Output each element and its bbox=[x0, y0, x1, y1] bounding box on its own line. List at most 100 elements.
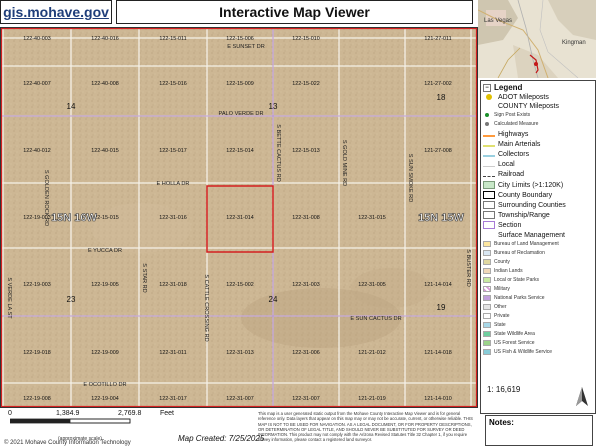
north-arrow-icon bbox=[573, 386, 591, 413]
legend-item-state: State bbox=[483, 322, 506, 328]
legend-item-private: Private bbox=[483, 313, 510, 319]
map-created-date: Map Created: 7/25/2025 bbox=[178, 434, 265, 443]
parcel-label: 121-21-019 bbox=[358, 396, 386, 402]
scale-label: 1,384.9 bbox=[56, 410, 80, 417]
notes-label: Notes: bbox=[489, 418, 514, 427]
notes-box: Notes: bbox=[485, 415, 593, 446]
legend-item-county-mileposts: COUNTY Mileposts bbox=[498, 102, 559, 110]
legend-title: − Legend bbox=[483, 83, 522, 92]
section-number: 23 bbox=[67, 295, 76, 304]
parcel-label: 122-31-007 bbox=[226, 396, 254, 402]
main-map[interactable]: 122-40-003 122-40-016 122-15-011 122-15-… bbox=[0, 27, 478, 408]
township-label: 15N 16W bbox=[51, 212, 97, 224]
scale-ratio: 1: 16,619 bbox=[487, 385, 521, 394]
legend-item-local: Local bbox=[483, 161, 515, 168]
section-number: 13 bbox=[269, 102, 278, 111]
legend-item-main-arterials: Main Arterials bbox=[483, 141, 540, 148]
section-number: 14 bbox=[67, 102, 76, 111]
parcel-label: 122-31-008 bbox=[292, 215, 320, 221]
disclaimer-text: This map is a user generated static outp… bbox=[258, 411, 473, 443]
parcel-label: 122-31-007 bbox=[292, 396, 320, 402]
legend-item-surrounding-counties: Surrounding Counties bbox=[483, 201, 566, 209]
map-title: Interactive Map Viewer bbox=[219, 4, 370, 20]
road-label: S SUN SMOKE RD bbox=[407, 154, 413, 203]
parcel-label: 122-31-003 bbox=[292, 282, 320, 288]
parcel-label: 121-27-008 bbox=[424, 148, 452, 154]
parcel-label: 122-19-004 bbox=[91, 396, 119, 402]
legend-item-sign-post: Sign Post Exists bbox=[483, 112, 530, 118]
legend-item-calc-measure: Calculated Measure bbox=[483, 121, 538, 127]
road-label: S GOLDEN ROCK RD bbox=[43, 170, 49, 226]
legend-item-surface-management: Surface Management bbox=[498, 231, 565, 239]
parcel-label: 122-40-012 bbox=[23, 148, 51, 154]
parcel-label: 122-15-022 bbox=[292, 81, 320, 87]
legend-item-township-range: Township/Range bbox=[483, 211, 550, 219]
legend-item-highways: Highways bbox=[483, 131, 528, 138]
parcel-label: 122-15-014 bbox=[226, 148, 254, 154]
parcel-label: 122-31-017 bbox=[159, 396, 187, 402]
scale-label: Feet bbox=[160, 410, 175, 417]
road-label: S VERDE LA ST bbox=[6, 277, 12, 319]
parcel-label: 122-40-008 bbox=[91, 81, 119, 87]
logo-text[interactable]: gis.mohave.gov bbox=[3, 4, 109, 20]
road-label: S GOLD MINE RD bbox=[341, 140, 347, 186]
map-title-box: Interactive Map Viewer bbox=[116, 0, 473, 24]
parcel-label: 121-27-011 bbox=[424, 36, 451, 42]
parcel-label: 122-15-013 bbox=[292, 148, 320, 154]
location-marker-icon bbox=[534, 62, 538, 66]
parcel-label: 122-15-010 bbox=[292, 36, 320, 42]
legend-item-fws: US Fish & Wildlife Service bbox=[483, 349, 552, 355]
road-label: E YUCCA DR bbox=[88, 248, 122, 254]
township-label: 15N 15W bbox=[418, 212, 464, 224]
section-number: 18 bbox=[437, 93, 446, 102]
collapse-icon[interactable]: − bbox=[483, 83, 491, 92]
road-label: E OCOTILLO DR bbox=[83, 382, 126, 388]
parcel-label: 122-15-002 bbox=[226, 282, 254, 288]
legend-item-military: Military bbox=[483, 286, 510, 292]
parcel-label: 122-40-003 bbox=[23, 36, 51, 42]
parcel-label: 122-15-017 bbox=[159, 148, 187, 154]
legend-item-collectors: Collectors bbox=[483, 151, 529, 158]
parcel-label: 122-19-018 bbox=[23, 350, 51, 356]
main-map-svg[interactable]: 122-40-003 122-40-016 122-15-011 122-15-… bbox=[1, 28, 477, 407]
parcel-label: 121-21-012 bbox=[358, 350, 386, 356]
parcel-label: 121-27-002 bbox=[424, 81, 452, 87]
road-label: E SUN CACTUS DR bbox=[350, 316, 401, 322]
road-label: S BETTE CACTUS RD bbox=[275, 124, 281, 182]
legend-item-other: Other bbox=[483, 304, 507, 310]
parcel-label: 122-40-015 bbox=[91, 148, 119, 154]
parcel-label: 122-40-016 bbox=[91, 36, 119, 42]
road-label: E SUNSET DR bbox=[227, 44, 265, 50]
parcel-label: 122-15-011 bbox=[159, 36, 186, 42]
inset-locator-map: Las Vegas Kingman bbox=[478, 0, 596, 78]
parcel-label: 122-31-005 bbox=[358, 282, 386, 288]
section-number: 19 bbox=[437, 303, 446, 312]
parcel-label: 122-31-014 bbox=[226, 215, 254, 221]
parcel-label: 122-19-008 bbox=[23, 396, 51, 402]
parcel-label: 121-14-010 bbox=[424, 396, 452, 402]
road-label: S CATTLE CROSSING RD bbox=[203, 274, 209, 341]
legend-item-city-limits: City Limits (>1:120K) bbox=[483, 181, 563, 189]
parcel-label: 122-31-006 bbox=[292, 350, 320, 356]
parcel-label: 122-31-013 bbox=[226, 350, 254, 356]
legend-item-indian: Indian Lands bbox=[483, 268, 523, 274]
parcel-label: 122-31-018 bbox=[159, 282, 187, 288]
legend-item-blm: Bureau of Land Management bbox=[483, 241, 559, 247]
parcel-label: 122-15-016 bbox=[159, 81, 187, 87]
legend-item-bor: Bureau of Reclamation bbox=[483, 250, 545, 256]
road-label: S BUSTER RD bbox=[465, 249, 471, 287]
section-number: 24 bbox=[269, 295, 278, 304]
inset-label-2: Kingman bbox=[562, 40, 586, 46]
legend-item-county: County bbox=[483, 259, 510, 265]
legend-item-section: Section bbox=[483, 221, 521, 229]
road-label: PALO VERDE DR bbox=[219, 111, 264, 117]
legend-item-railroad: Railroad bbox=[483, 171, 524, 178]
parcel-label: 121-14-018 bbox=[424, 350, 452, 356]
road-label: S STAR RD bbox=[141, 263, 147, 292]
parcel-label: 122-19-009 bbox=[91, 350, 119, 356]
site-logo[interactable]: gis.mohave.gov bbox=[0, 0, 112, 24]
parcel-label: 122-31-015 bbox=[358, 215, 386, 221]
scale-label: 2,769.8 bbox=[118, 410, 142, 417]
parcel-label: 121-14-014 bbox=[424, 282, 452, 288]
legend-item-adot: ADOT Mileposts bbox=[483, 93, 549, 101]
